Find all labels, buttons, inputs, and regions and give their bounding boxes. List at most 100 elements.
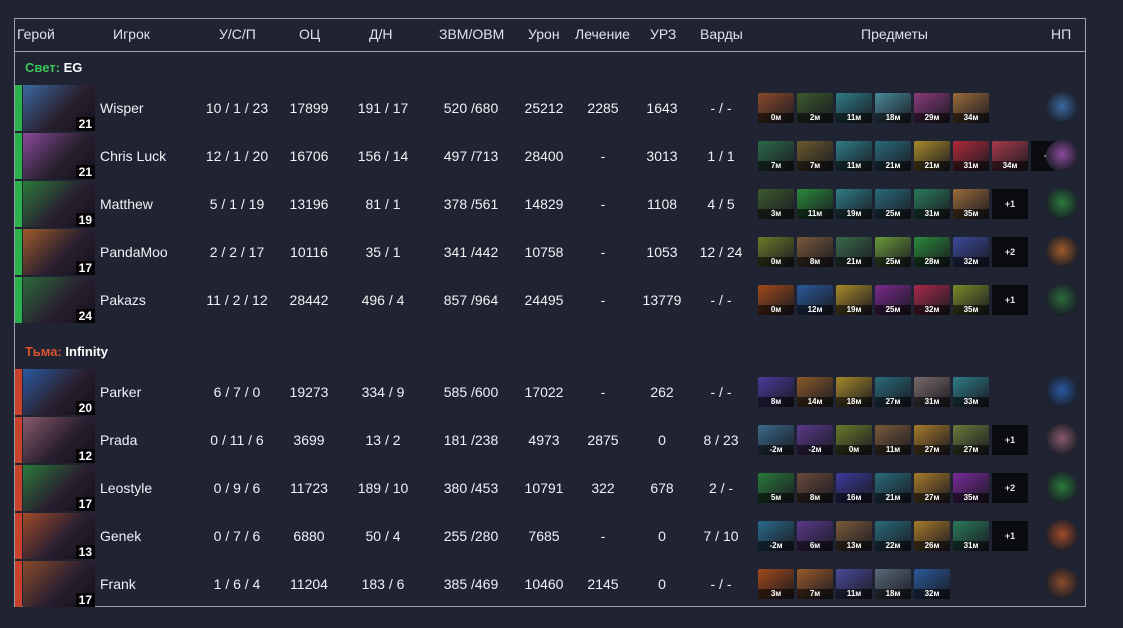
item-icon[interactable]: 11м xyxy=(836,569,872,599)
item-icon[interactable]: 5м xyxy=(758,473,794,503)
player-row[interactable]: 20 Parker 6 / 7 / 0 19273 334 / 9 585 /600 170… xyxy=(15,368,1085,416)
item-icon[interactable]: 27м xyxy=(914,425,950,455)
item-icon[interactable]: 35м xyxy=(953,473,989,503)
item-icon[interactable]: 32м xyxy=(914,285,950,315)
more-items-badge[interactable]: +1 xyxy=(992,521,1028,551)
item-icon[interactable]: 31м xyxy=(953,521,989,551)
item-icon[interactable]: 11м xyxy=(836,141,872,171)
hero-portrait[interactable]: 13 xyxy=(23,513,95,559)
item-icon[interactable]: -2м xyxy=(797,425,833,455)
header-networth[interactable]: ОЦ xyxy=(299,19,320,50)
player-name[interactable]: Prada xyxy=(100,416,137,464)
hero-portrait[interactable]: 12 xyxy=(23,417,95,463)
item-icon[interactable]: 7м xyxy=(758,141,794,171)
player-name[interactable]: PandaMoo xyxy=(100,228,168,276)
item-icon[interactable]: 25м xyxy=(875,189,911,219)
hero-portrait[interactable]: 17 xyxy=(23,561,95,607)
item-icon[interactable]: 34м xyxy=(992,141,1028,171)
item-icon[interactable]: 21м xyxy=(836,237,872,267)
hero-portrait[interactable]: 24 xyxy=(23,277,95,323)
neutral-item-icon[interactable] xyxy=(1046,520,1078,552)
player-row[interactable]: 21 Chris Luck 12 / 1 / 20 16706 156 / 14 497 … xyxy=(15,132,1085,180)
player-name[interactable]: Matthew xyxy=(100,180,153,228)
item-icon[interactable]: 31м xyxy=(953,141,989,171)
item-icon[interactable]: 18м xyxy=(875,93,911,123)
item-icon[interactable]: 18м xyxy=(875,569,911,599)
item-icon[interactable]: 8м xyxy=(797,473,833,503)
player-name[interactable]: Genek xyxy=(100,512,141,560)
item-icon[interactable]: 0м xyxy=(758,237,794,267)
header-hero[interactable]: Герой xyxy=(17,19,55,50)
neutral-item-icon[interactable] xyxy=(1046,92,1078,124)
item-icon[interactable]: 25м xyxy=(875,237,911,267)
neutral-item-icon[interactable] xyxy=(1046,236,1078,268)
hero-portrait[interactable]: 21 xyxy=(23,85,95,131)
header-wards[interactable]: Варды xyxy=(700,19,743,50)
item-icon[interactable]: 27м xyxy=(914,473,950,503)
item-icon[interactable]: 32м xyxy=(914,569,950,599)
item-icon[interactable]: 27м xyxy=(953,425,989,455)
item-icon[interactable]: 3м xyxy=(758,189,794,219)
item-icon[interactable]: 19м xyxy=(836,285,872,315)
item-icon[interactable]: 21м xyxy=(875,141,911,171)
hero-portrait[interactable]: 21 xyxy=(23,133,95,179)
neutral-item-icon[interactable] xyxy=(1046,376,1078,408)
player-row[interactable]: 24 Pakazs 11 / 2 / 12 28442 496 / 4 857 /964 2… xyxy=(15,276,1085,324)
player-name[interactable]: Frank xyxy=(100,560,136,608)
item-icon[interactable]: 21м xyxy=(914,141,950,171)
item-icon[interactable]: 27м xyxy=(875,377,911,407)
more-items-badge[interactable]: +1 xyxy=(992,425,1028,455)
player-name[interactable]: Wisper xyxy=(100,84,144,132)
header-gpm-xpm[interactable]: ЗВМ/ОВМ xyxy=(439,19,504,50)
player-row[interactable]: 17 PandaMoo 2 / 2 / 17 10116 35 / 1 341 /442 1… xyxy=(15,228,1085,276)
item-icon[interactable]: 7м xyxy=(797,141,833,171)
item-icon[interactable]: 31м xyxy=(914,189,950,219)
item-icon[interactable]: 18м xyxy=(836,377,872,407)
header-tower[interactable]: УРЗ xyxy=(650,19,676,50)
header-damage[interactable]: Урон xyxy=(528,19,560,50)
player-row[interactable]: 21 Wisper 10 / 1 / 23 17899 191 / 17 520 /680… xyxy=(15,84,1085,132)
header-kda[interactable]: У/С/П xyxy=(219,19,256,50)
header-heal[interactable]: Лечение xyxy=(575,19,630,50)
player-name[interactable]: Pakazs xyxy=(100,276,146,324)
item-icon[interactable]: 25м xyxy=(875,285,911,315)
more-items-badge[interactable]: +2 xyxy=(992,237,1028,267)
neutral-item-icon[interactable] xyxy=(1046,424,1078,456)
item-icon[interactable]: 35м xyxy=(953,189,989,219)
item-icon[interactable]: 3м xyxy=(758,569,794,599)
header-lhdn[interactable]: Д/Н xyxy=(369,19,392,50)
item-icon[interactable]: 14м xyxy=(797,377,833,407)
item-icon[interactable]: 11м xyxy=(836,93,872,123)
item-icon[interactable]: 2м xyxy=(797,93,833,123)
player-row[interactable]: 17 Frank 1 / 6 / 4 11204 183 / 6 385 /469 1046… xyxy=(15,560,1085,608)
item-icon[interactable]: 8м xyxy=(758,377,794,407)
item-icon[interactable]: 7м xyxy=(797,569,833,599)
item-icon[interactable]: 31м xyxy=(914,377,950,407)
item-icon[interactable]: 12м xyxy=(797,285,833,315)
item-icon[interactable]: 33м xyxy=(953,377,989,407)
item-icon[interactable]: 22м xyxy=(875,521,911,551)
neutral-item-icon[interactable] xyxy=(1046,568,1078,600)
item-icon[interactable]: 16м xyxy=(836,473,872,503)
item-icon[interactable]: 21м xyxy=(875,473,911,503)
more-items-badge[interactable]: +1 xyxy=(992,285,1028,315)
item-icon[interactable]: -2м xyxy=(758,425,794,455)
item-icon[interactable]: 0м xyxy=(758,285,794,315)
item-icon[interactable]: -2м xyxy=(758,521,794,551)
item-icon[interactable]: 11м xyxy=(797,189,833,219)
item-icon[interactable]: 19м xyxy=(836,189,872,219)
hero-portrait[interactable]: 20 xyxy=(23,369,95,415)
item-icon[interactable]: 34м xyxy=(953,93,989,123)
item-icon[interactable]: 0м xyxy=(836,425,872,455)
item-icon[interactable]: 35м xyxy=(953,285,989,315)
hero-portrait[interactable]: 17 xyxy=(23,465,95,511)
player-row[interactable]: 12 Prada 0 / 11 / 6 3699 13 / 2 181 /238 4973 2… xyxy=(15,416,1085,464)
item-icon[interactable]: 8м xyxy=(797,237,833,267)
more-items-badge[interactable]: +1 xyxy=(992,189,1028,219)
player-row[interactable]: 17 Leostyle 0 / 9 / 6 11723 189 / 10 380 /453… xyxy=(15,464,1085,512)
item-icon[interactable]: 13м xyxy=(836,521,872,551)
player-name[interactable]: Parker xyxy=(100,368,141,416)
item-icon[interactable]: 29м xyxy=(914,93,950,123)
player-name[interactable]: Leostyle xyxy=(100,464,152,512)
item-icon[interactable]: 11м xyxy=(875,425,911,455)
